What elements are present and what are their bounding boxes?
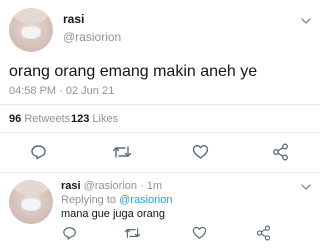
divider-top-stats: [0, 104, 320, 105]
reply-share-icon[interactable]: [256, 225, 271, 241]
reply-reply-icon[interactable]: [62, 226, 77, 240]
likes-count: 123: [71, 113, 90, 125]
reply-author-name[interactable]: rasi: [61, 180, 81, 192]
tweet-time-separator: ·: [59, 85, 63, 97]
reply-avatar[interactable]: [9, 180, 53, 224]
likes-stat[interactable]: 123 Likes: [71, 113, 118, 125]
main-tweet-author-handle[interactable]: @rasiorion: [63, 30, 121, 44]
reply-menu-chevron-down-icon[interactable]: [300, 182, 312, 192]
reply-text: mana gue juga orang: [61, 208, 165, 220]
main-tweet-timestamp[interactable]: 04:58 PM · 02 Jun 21: [9, 85, 114, 97]
replying-to-handle-link[interactable]: @rasiorion: [119, 194, 172, 206]
main-tweet-text: orang orang emang makin aneh ye: [9, 63, 258, 80]
tweet-menu-chevron-down-icon[interactable]: [300, 16, 312, 26]
tweet-time: 04:58 PM: [9, 85, 57, 97]
share-icon[interactable]: [272, 143, 289, 161]
reply-age[interactable]: 1m: [147, 180, 162, 192]
tweet-date: 02 Jun 21: [65, 85, 115, 97]
reply-heart-icon[interactable]: [192, 226, 207, 240]
divider-bottom-stats: [0, 132, 320, 133]
reply-icon[interactable]: [30, 144, 47, 160]
likes-label: Likes: [92, 113, 119, 125]
main-tweet-avatar[interactable]: [9, 8, 53, 52]
reply-header: rasi @rasiorion · 1m: [61, 180, 162, 192]
replying-to-line: Replying to @rasiorion: [61, 194, 172, 206]
retweets-label: Retweets: [24, 113, 71, 125]
reply-retweet-icon[interactable]: [124, 226, 141, 240]
main-tweet-author-name[interactable]: rasi: [63, 12, 84, 26]
retweets-stat[interactable]: 96 Retweets: [9, 113, 70, 125]
retweet-icon[interactable]: [112, 144, 132, 160]
reply-author-handle[interactable]: @rasiorion: [84, 180, 137, 192]
heart-icon[interactable]: [192, 144, 209, 160]
divider-before-reply: [0, 172, 320, 173]
reply-separator: ·: [140, 180, 144, 192]
replying-to-prefix: Replying to: [61, 194, 117, 206]
retweets-count: 96: [9, 113, 22, 125]
